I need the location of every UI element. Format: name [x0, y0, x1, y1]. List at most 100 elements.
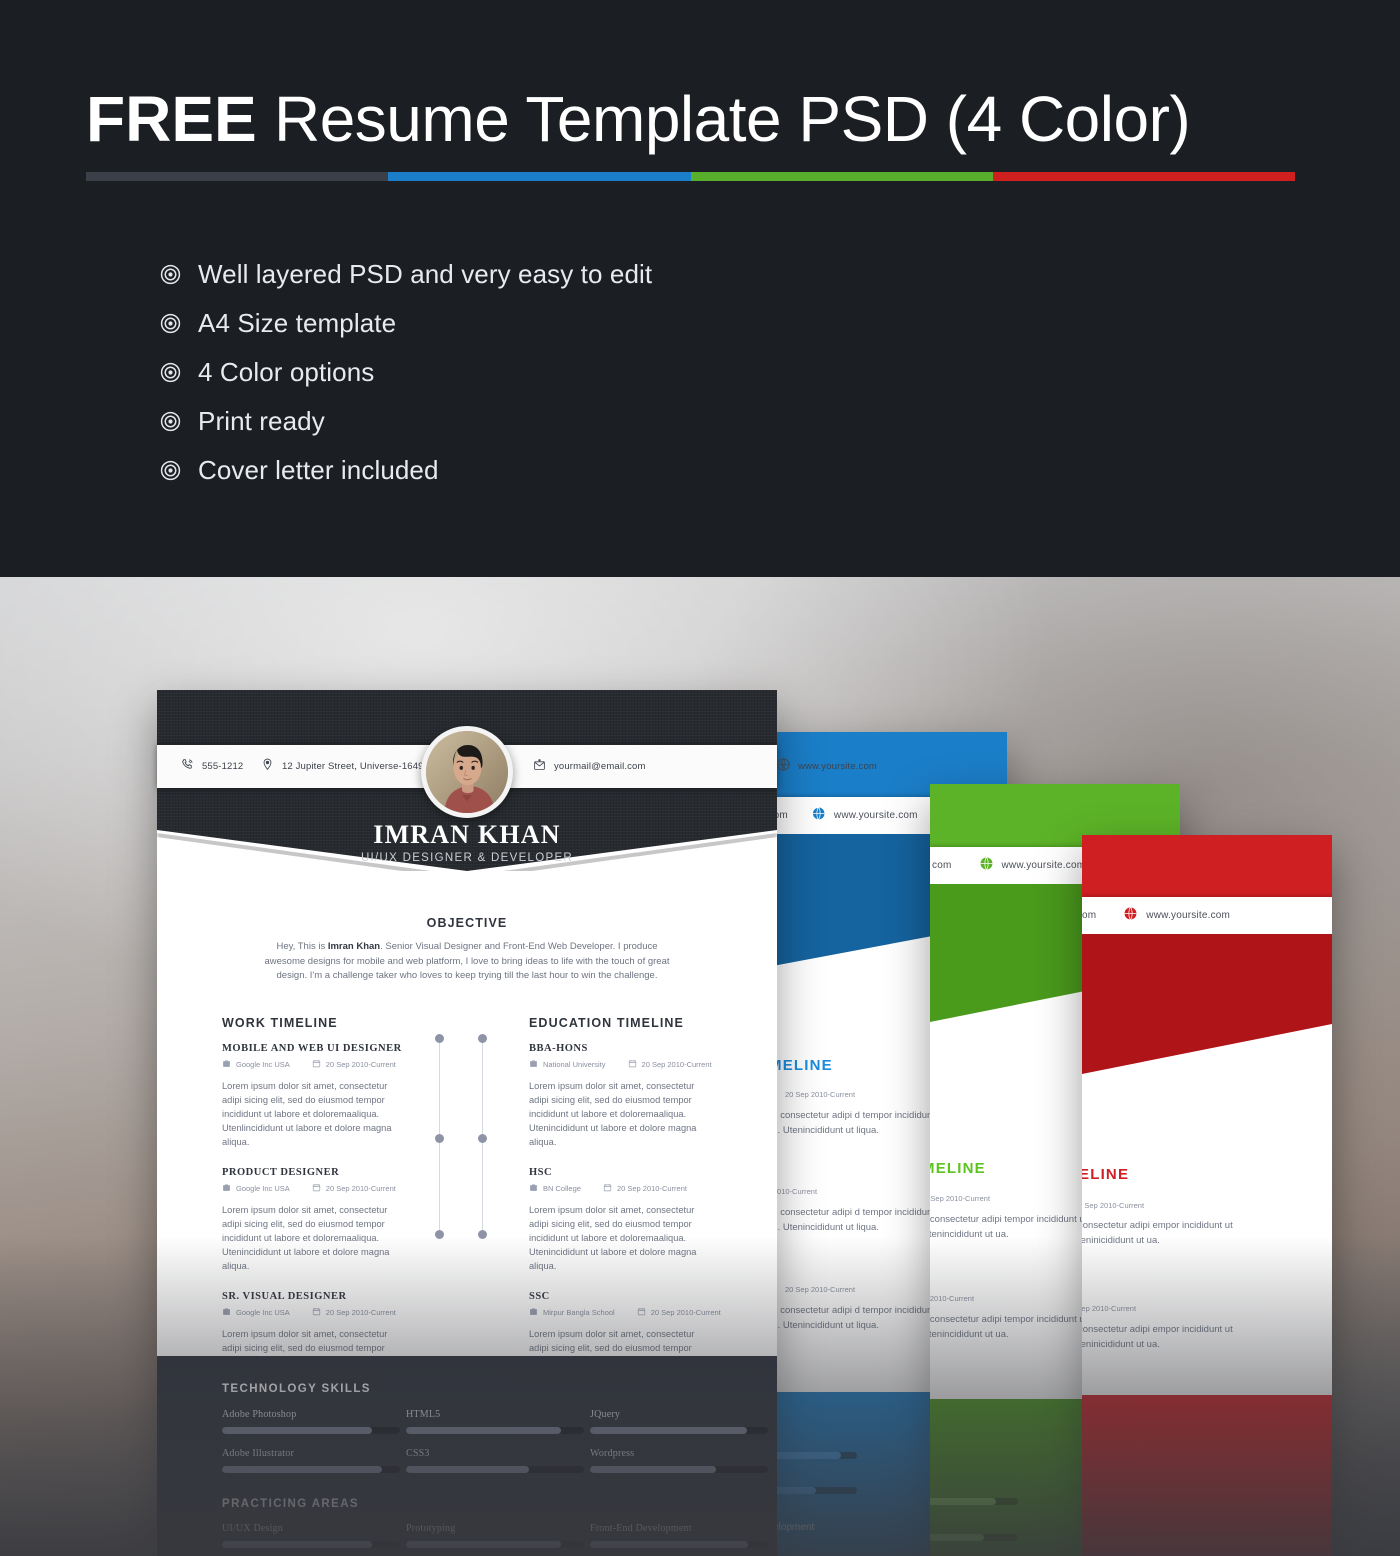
- skill-name: Adobe Illustrator: [222, 1448, 294, 1459]
- mockup-scene: l.com www.yoursite.com MELINE 20 Sep 201…: [0, 577, 1400, 1556]
- feature-label: 4 Color options: [198, 357, 375, 387]
- resume-body: OBJECTIVE Hey, This is Imran Khan. Senio…: [157, 871, 777, 1395]
- resume-main-sheet: 555-1212 12 Jupiter Street, Universe-1649…: [157, 690, 877, 1556]
- resume-role: UI/UX DESIGNER & DEVELOPER: [360, 852, 574, 864]
- variant-date-3: 20 Sep 2010-Current: [785, 1285, 856, 1294]
- timeline-meta: National University 20 Sep 2010-Current: [529, 1059, 777, 1070]
- skill-item: Front-End Development: [590, 1523, 768, 1548]
- feature-label: A4 Size template: [198, 308, 397, 338]
- contact-text: 555-1212: [202, 761, 244, 772]
- practicing-areas-row: UI/UX Design Prototyping Front-End Develop…: [222, 1523, 777, 1548]
- page-title-free: FREE: [86, 83, 257, 155]
- target-icon: [160, 264, 181, 285]
- timeline-date: 20 Sep 2010-Current: [325, 1307, 396, 1317]
- target-icon: [160, 411, 181, 432]
- timeline-item: PRODUCT DESIGNER Google Inc USA 20 Sep 201…: [222, 1167, 467, 1273]
- skills-footer: TECHNOLOGY SKILLS Adobe Photoshop HTML5 JQ…: [157, 1356, 777, 1556]
- timelines-wrap: WORK TIMELINE MOBILE AND WEB UI DESIGNER…: [157, 1016, 777, 1397]
- resume-name: IMRAN KHAN: [373, 820, 561, 849]
- education-timeline-column: EDUCATION TIMELINE BBA-HONS National Univ…: [467, 1016, 777, 1397]
- timeline-org: Google Inc USA: [236, 1307, 290, 1317]
- variant-paragraph: t, consectetur adipi tempor incididunt u…: [930, 1214, 1088, 1240]
- skill-name: JQuery: [590, 1409, 621, 1420]
- target-icon: [160, 362, 181, 383]
- variant-website: www.yoursite.com: [1146, 910, 1231, 921]
- timeline-meta: BN College 20 Sep 2010-Current: [529, 1183, 777, 1194]
- resume-variant-red: om www.yoursite.com ELINE 20 Sep 2010-Cu…: [1082, 835, 1332, 1556]
- timeline-date: 20 Sep 2010-Current: [650, 1307, 721, 1317]
- timeline-meta: Mirpur Bangla School 20 Sep 2010-Current: [529, 1307, 777, 1318]
- timeline-meta: Google Inc USA 20 Sep 2010-Current: [222, 1183, 467, 1194]
- skill-name: Adobe Photoshop: [222, 1409, 297, 1420]
- objective-heading: OBJECTIVE: [426, 916, 508, 930]
- skill-item: UI/UX Design: [222, 1523, 400, 1548]
- skill-item: CSS3: [406, 1448, 584, 1473]
- target-icon: [160, 460, 181, 481]
- contact-item-envelope[interactable]: yourmail@email.com: [533, 758, 646, 776]
- contact-text: www.yoursite.com: [798, 761, 877, 772]
- variant-email-tail: om: [1082, 910, 1097, 921]
- skill-bar: [406, 1466, 584, 1473]
- color-rule-segment-2: [690, 172, 993, 181]
- calendar-icon: [312, 1183, 321, 1194]
- skill-name: CSS3: [406, 1448, 430, 1459]
- variant-paragraph-2: t, consectetur adipi tempor incididunt u…: [930, 1314, 1088, 1340]
- phone-icon: [181, 758, 194, 776]
- skill-bar: [222, 1427, 400, 1434]
- variant-email-tail: com: [932, 860, 952, 871]
- variant-band-hero: [1082, 934, 1332, 1074]
- timeline-role: MOBILE AND WEB UI DESIGNER: [222, 1042, 402, 1054]
- variant-skill-bar-2: [930, 1534, 1018, 1541]
- calendar-icon: [628, 1059, 637, 1070]
- globe-icon: [777, 757, 790, 776]
- timeline-description: Lorem ipsum dolor sit amet, consectetur …: [529, 1080, 697, 1147]
- feature-item: A4 Size template: [160, 299, 800, 348]
- work-timeline-items: MOBILE AND WEB UI DESIGNER Google Inc USA…: [222, 1043, 467, 1397]
- skill-name: UI/UX Design: [222, 1523, 284, 1534]
- skill-bar: [590, 1541, 768, 1548]
- timeline-date: 20 Sep 2010-Current: [641, 1059, 712, 1069]
- timeline-role: SR. VISUAL DESIGNER: [222, 1290, 347, 1302]
- map-pin-icon: [261, 758, 274, 776]
- target-icon: [160, 313, 181, 334]
- work-timeline-column: WORK TIMELINE MOBILE AND WEB UI DESIGNER…: [157, 1016, 467, 1397]
- timeline-dot: [435, 1229, 444, 1239]
- timeline-item: BBA-HONS National University 20 Sep 2010-C…: [529, 1043, 777, 1149]
- contact-item-map-pin[interactable]: 12 Jupiter Street, Universe-1649: [261, 758, 424, 776]
- timeline-meta: Google Inc USA 20 Sep 2010-Current: [222, 1059, 467, 1070]
- variant-band-footer: [1082, 1395, 1332, 1556]
- color-rule-segment-0: [86, 172, 389, 181]
- globe-icon: [980, 856, 993, 875]
- timeline-item: HSC BN College 20 Sep 2010-Current Lorem ip…: [529, 1167, 777, 1273]
- avatar: [421, 726, 513, 818]
- promo-panel: FREE Resume Template PSD (4 Color) Well …: [0, 0, 1400, 577]
- globe-icon: [812, 806, 825, 825]
- contact-item-globe[interactable]: www.yoursite.com: [777, 757, 877, 776]
- page-title: FREE Resume Template PSD (4 Color): [86, 78, 1191, 160]
- timeline-org: Google Inc USA: [236, 1183, 290, 1193]
- objective-section: OBJECTIVE Hey, This is Imran Khan. Senio…: [157, 871, 777, 984]
- skill-name: HTML5: [406, 1409, 441, 1420]
- skill-name: Wordpress: [590, 1448, 635, 1459]
- calendar-icon: [603, 1183, 612, 1194]
- variant-paragraph-3: et, consectetur adipi d tempor incididun…: [767, 1305, 935, 1331]
- variant-date: 20 Sep 2010-Current: [930, 1194, 991, 1203]
- practicing-areas-title: PRACTICING AREAS: [222, 1498, 359, 1510]
- skill-bar: [222, 1541, 400, 1548]
- timeline-date: 20 Sep 2010-Current: [325, 1059, 396, 1069]
- timeline-dot: [478, 1229, 487, 1239]
- globe-icon: [1124, 906, 1137, 925]
- timeline-dot: [435, 1133, 444, 1143]
- briefcase-icon: [222, 1183, 231, 1194]
- feature-label: Print ready: [198, 406, 325, 436]
- timeline-role: HSC: [529, 1166, 553, 1178]
- feature-label: Well layered PSD and very easy to edit: [198, 259, 653, 289]
- contact-item-phone[interactable]: 555-1212: [181, 758, 243, 776]
- objective-text: Hey, This is Imran Khan. Senior Visual D…: [264, 941, 670, 981]
- variant-skill-bar-1: [930, 1498, 1018, 1505]
- color-rule-segment-3: [992, 172, 1295, 181]
- timeline-date: 20 Sep 2010-Current: [325, 1183, 396, 1193]
- variant-timeline-title: MELINE: [769, 1057, 833, 1074]
- feature-item: 4 Color options: [160, 348, 800, 397]
- technology-skills-row-2: Adobe Illustrator CSS3 Wordpress: [222, 1448, 777, 1473]
